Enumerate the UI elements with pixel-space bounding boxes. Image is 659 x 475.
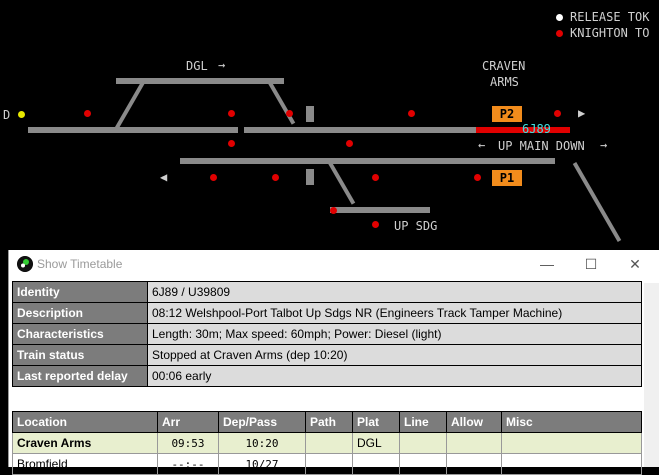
red-dot-icon [556,30,563,37]
signal-red-icon[interactable] [210,174,217,181]
minimize-button[interactable]: — [525,252,569,276]
cell-dep: 10:20 [218,432,306,454]
track-up-main-west[interactable] [28,127,238,133]
cell-line [399,432,447,454]
cell-allow [446,453,502,475]
close-button[interactable]: ✕ [613,252,657,276]
signal-red-icon[interactable] [84,110,91,117]
timetable-window: Show Timetable — ☐ ✕ Identity 6J89 / U39… [8,250,659,475]
info-label: Train status [12,344,148,366]
cell-dep: 10/27 [218,453,306,475]
column-header-dep[interactable]: Dep/Pass [218,411,306,433]
cell-line [399,453,447,475]
timetable-table: Location Arr Dep/Pass Path Plat Line All… [12,411,642,475]
cell-location: Craven Arms [12,432,158,454]
table-row[interactable]: Craven Arms 09:53 10:20 DGL [12,432,642,454]
column-header-misc[interactable]: Misc [501,411,642,433]
knighton-label[interactable]: KNIGHTON TO [570,26,649,40]
column-header-location[interactable]: Location [12,411,158,433]
info-value: Stopped at Craven Arms (dep 10:20) [147,344,642,366]
column-header-line[interactable]: Line [399,411,447,433]
cell-arr: 09:53 [157,432,219,454]
crossover-3[interactable] [326,159,356,205]
cell-location: Bromfield [12,453,158,475]
column-header-plat[interactable]: Plat [352,411,400,433]
info-row: Characteristics Length: 30m; Max speed: … [12,323,642,345]
arrow-left-icon: ← [478,138,486,152]
points-block-1[interactable] [306,106,314,122]
info-value: 6J89 / U39809 [147,281,642,303]
info-row: Train status Stopped at Craven Arms (dep… [12,344,642,366]
vertical-scrollbar[interactable] [644,283,659,467]
signal-red-icon[interactable] [554,110,561,117]
signal-red-icon[interactable] [272,174,279,181]
dgl-arrow-icon: → [218,58,226,72]
track-up-main-mid[interactable] [244,127,476,133]
cell-misc [501,432,642,454]
title-bar[interactable]: Show Timetable — ☐ ✕ [9,250,659,278]
arrow-left-icon: ◀ [160,170,168,184]
signal-red-icon[interactable] [330,207,337,214]
signal-yellow-icon[interactable] [18,111,25,118]
column-header-path[interactable]: Path [305,411,353,433]
signal-red-icon[interactable] [408,110,415,117]
maximize-button[interactable]: ☐ [569,252,613,276]
release-token-label[interactable]: RELEASE TOK [570,10,649,24]
train-headcode[interactable]: 6J89 [522,122,551,136]
info-row: Description 08:12 Welshpool-Port Talbot … [12,302,642,324]
platform-2-label: P2 [492,106,522,122]
white-dot-icon [556,14,563,21]
signal-red-icon[interactable] [228,140,235,147]
dgl-label: DGL [186,59,208,73]
station-name-line2: ARMS [490,75,519,89]
info-row: Identity 6J89 / U39809 [12,281,642,303]
arrow-right-icon: ▶ [578,106,586,120]
cell-path [305,453,353,475]
app-icon [17,256,33,272]
station-name-line1: CRAVEN [482,59,526,73]
signal-red-icon[interactable] [474,174,481,181]
points-block-2[interactable] [306,169,314,185]
crossover-2[interactable] [266,79,296,125]
track-up-sdg[interactable] [330,207,430,213]
cell-allow [446,432,502,454]
crossover-1[interactable] [113,78,147,132]
info-value: Length: 30m; Max speed: 60mph; Power: Di… [147,323,642,345]
cell-plat: DGL [352,432,400,454]
platform-1-label: P1 [492,170,522,186]
up-main-down-label: UP MAIN DOWN [498,139,585,153]
signal-red-icon[interactable] [228,110,235,117]
info-row: Last reported delay 00:06 early [12,365,642,387]
arrow-right-icon: → [600,138,608,152]
info-label: Description [12,302,148,324]
train-info-table: Identity 6J89 / U39809 Description 08:12… [12,281,642,387]
info-label: Last reported delay [12,365,148,387]
left-d-label: D [3,108,11,122]
info-value: 08:12 Welshpool-Port Talbot Up Sdgs NR (… [147,302,642,324]
column-header-arr[interactable]: Arr [157,411,219,433]
signal-red-icon[interactable] [372,221,379,228]
table-header-row: Location Arr Dep/Pass Path Plat Line All… [12,411,642,433]
info-label: Characteristics [12,323,148,345]
up-sdg-label: UP SDG [394,219,438,233]
cell-arr: --:-- [157,453,219,475]
signal-red-icon[interactable] [346,140,353,147]
column-header-allow[interactable]: Allow [446,411,502,433]
info-label: Identity [12,281,148,303]
signal-red-icon[interactable] [372,174,379,181]
window-title: Show Timetable [37,257,123,271]
crossover-4[interactable] [572,162,622,242]
signal-red-icon[interactable] [286,110,293,117]
signalling-panel: RELEASE TOK KNIGHTON TO CRAVEN ARMS DGL … [0,0,659,250]
cell-plat [352,453,400,475]
cell-path [305,432,353,454]
info-value: 00:06 early [147,365,642,387]
track-down-main[interactable] [180,158,555,164]
cell-misc [501,453,642,475]
table-row[interactable]: Bromfield --:-- 10/27 [12,453,642,475]
